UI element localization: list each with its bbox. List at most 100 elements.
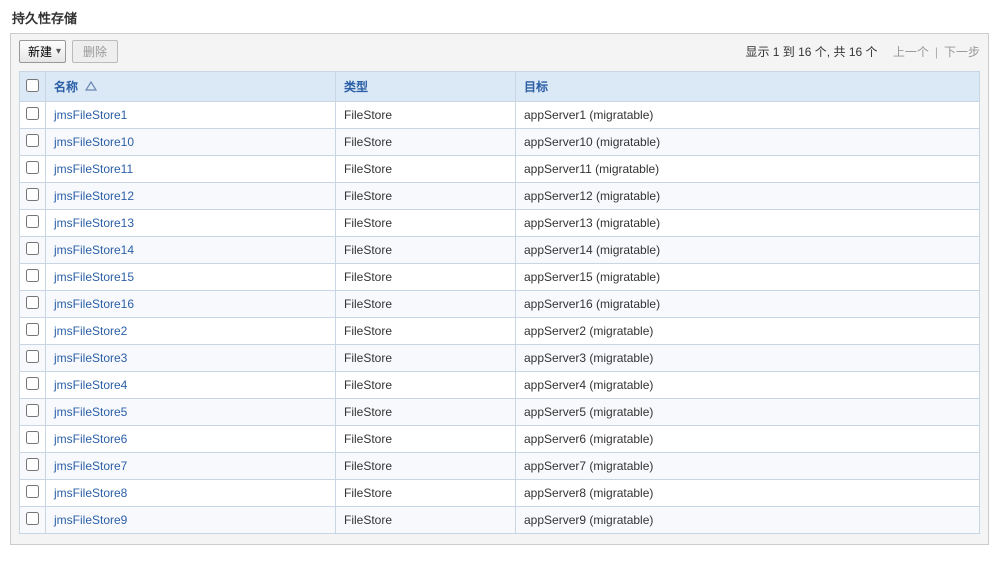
data-table: 名称 类型 目标 jmsFileStore1File <box>19 71 980 534</box>
cell-type: FileStore <box>336 399 516 426</box>
select-all-checkbox[interactable] <box>26 79 39 92</box>
row-checkbox-cell <box>20 480 46 507</box>
row-checkbox[interactable] <box>26 377 39 390</box>
panel: 新建 ▾ 删除 显示 1 到 16 个, 共 16 个 上一个 | 下一步 <box>10 33 989 545</box>
table-row: jmsFileStore15FileStoreappServer15 (migr… <box>20 264 980 291</box>
table-row: jmsFileStore12FileStoreappServer12 (migr… <box>20 183 980 210</box>
cell-type: FileStore <box>336 372 516 399</box>
cell-name: jmsFileStore2 <box>46 318 336 345</box>
column-header-name-label: 名称 <box>54 80 78 94</box>
cell-target: appServer1 (migratable) <box>516 102 980 129</box>
cell-name: jmsFileStore1 <box>46 102 336 129</box>
row-checkbox-cell <box>20 183 46 210</box>
sort-asc-icon <box>85 81 97 94</box>
row-checkbox-cell <box>20 318 46 345</box>
delete-button-label: 删除 <box>83 45 107 59</box>
pager: 显示 1 到 16 个, 共 16 个 上一个 | 下一步 <box>745 43 980 60</box>
row-checkbox[interactable] <box>26 161 39 174</box>
page-title: 持久性存储 <box>12 8 989 27</box>
delete-button[interactable]: 删除 <box>72 40 118 63</box>
cell-target: appServer9 (migratable) <box>516 507 980 534</box>
row-checkbox-cell <box>20 264 46 291</box>
row-checkbox[interactable] <box>26 215 39 228</box>
table-row: jmsFileStore8FileStoreappServer8 (migrat… <box>20 480 980 507</box>
pager-next[interactable]: 下一步 <box>944 43 980 60</box>
row-checkbox[interactable] <box>26 188 39 201</box>
cell-target: appServer12 (migratable) <box>516 183 980 210</box>
column-header-type[interactable]: 类型 <box>336 72 516 102</box>
pager-summary: 显示 1 到 16 个, 共 16 个 <box>745 43 877 60</box>
column-header-name[interactable]: 名称 <box>46 72 336 102</box>
cell-type: FileStore <box>336 318 516 345</box>
row-checkbox-cell <box>20 453 46 480</box>
store-link[interactable]: jmsFileStore11 <box>54 162 133 176</box>
row-checkbox[interactable] <box>26 485 39 498</box>
row-checkbox-cell <box>20 129 46 156</box>
store-link[interactable]: jmsFileStore9 <box>54 513 127 527</box>
new-button-label: 新建 <box>28 43 52 60</box>
cell-target: appServer11 (migratable) <box>516 156 980 183</box>
column-header-target-label: 目标 <box>524 80 548 94</box>
cell-name: jmsFileStore4 <box>46 372 336 399</box>
toolbar: 新建 ▾ 删除 显示 1 到 16 个, 共 16 个 上一个 | 下一步 <box>19 40 980 63</box>
table-row: jmsFileStore5 FileStoreappServer5 (migrat… <box>20 399 980 426</box>
store-link[interactable]: jmsFileStore4 <box>54 378 127 392</box>
row-checkbox[interactable] <box>26 107 39 120</box>
cell-target: appServer5 (migratable) <box>516 399 980 426</box>
row-checkbox[interactable] <box>26 431 39 444</box>
cell-target: appServer14 (migratable) <box>516 237 980 264</box>
chevron-down-icon: ▾ <box>56 46 61 57</box>
store-link[interactable]: jmsFileStore16 <box>54 297 134 311</box>
row-checkbox[interactable] <box>26 458 39 471</box>
cell-name: jmsFileStore7 <box>46 453 336 480</box>
row-checkbox[interactable] <box>26 323 39 336</box>
store-link[interactable]: jmsFileStore12 <box>54 189 134 203</box>
row-checkbox-cell <box>20 372 46 399</box>
table-row: jmsFileStore13FileStoreappServer13 (migr… <box>20 210 980 237</box>
new-button[interactable]: 新建 ▾ <box>19 40 66 63</box>
cell-name: jmsFileStore5 <box>46 399 336 426</box>
table-row: jmsFileStore14FileStoreappServer14 (migr… <box>20 237 980 264</box>
store-link[interactable]: jmsFileStore3 <box>54 351 127 365</box>
row-checkbox[interactable] <box>26 134 39 147</box>
pager-prev[interactable]: 上一个 <box>893 43 929 60</box>
column-header-target[interactable]: 目标 <box>516 72 980 102</box>
cell-type: FileStore <box>336 453 516 480</box>
cell-target: appServer8 (migratable) <box>516 480 980 507</box>
store-link[interactable]: jmsFileStore1 <box>54 108 127 122</box>
cell-type: FileStore <box>336 129 516 156</box>
store-link[interactable]: jmsFileStore2 <box>54 324 127 338</box>
store-link[interactable]: jmsFileStore10 <box>54 135 134 149</box>
row-checkbox[interactable] <box>26 269 39 282</box>
cell-target: appServer3 (migratable) <box>516 345 980 372</box>
column-header-type-label: 类型 <box>344 80 368 94</box>
row-checkbox[interactable] <box>26 404 39 417</box>
cell-name: jmsFileStore14 <box>46 237 336 264</box>
store-link[interactable]: jmsFileStore15 <box>54 270 134 284</box>
store-link[interactable]: jmsFileStore7 <box>54 459 127 473</box>
cell-target: appServer13 (migratable) <box>516 210 980 237</box>
store-link[interactable]: jmsFileStore5 <box>54 405 127 419</box>
store-link[interactable]: jmsFileStore6 <box>54 432 127 446</box>
row-checkbox[interactable] <box>26 512 39 525</box>
cell-type: FileStore <box>336 507 516 534</box>
row-checkbox[interactable] <box>26 242 39 255</box>
row-checkbox[interactable] <box>26 296 39 309</box>
header-checkbox-cell <box>20 72 46 102</box>
table-row: jmsFileStore1FileStoreappServer1 (migrat… <box>20 102 980 129</box>
cell-name: jmsFileStore13 <box>46 210 336 237</box>
pager-separator: | <box>935 45 938 59</box>
store-link[interactable]: jmsFileStore14 <box>54 243 134 257</box>
cell-name: jmsFileStore9 <box>46 507 336 534</box>
row-checkbox[interactable] <box>26 350 39 363</box>
cell-name: jmsFileStore11 <box>46 156 336 183</box>
cell-name: jmsFileStore16 <box>46 291 336 318</box>
cell-name: jmsFileStore8 <box>46 480 336 507</box>
table-row: jmsFileStore10FileStoreappServer10 (migr… <box>20 129 980 156</box>
cell-target: appServer6 (migratable) <box>516 426 980 453</box>
table-row: jmsFileStore2FileStoreappServer2 (migrat… <box>20 318 980 345</box>
store-link[interactable]: jmsFileStore13 <box>54 216 134 230</box>
store-link[interactable]: jmsFileStore8 <box>54 486 127 500</box>
row-checkbox-cell <box>20 345 46 372</box>
table-row: jmsFileStore11FileStoreappServer11 (migr… <box>20 156 980 183</box>
